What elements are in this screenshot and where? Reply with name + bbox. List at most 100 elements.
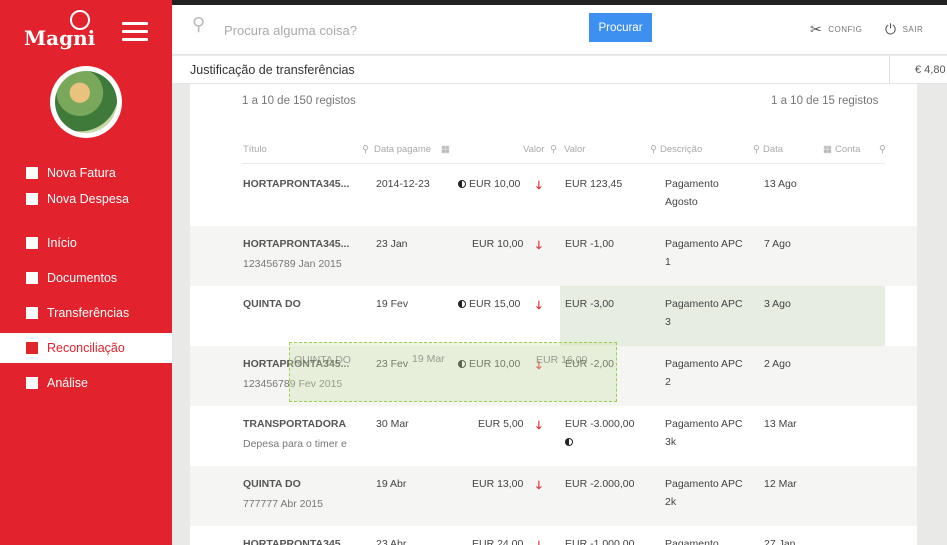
sidebar-item-inicio[interactable]: Início bbox=[0, 228, 172, 258]
match-date: 3 Ago bbox=[764, 298, 791, 310]
arrow-down-icon[interactable]: 🡓 bbox=[536, 177, 542, 196]
filter-icon[interactable]: ⚲ bbox=[650, 144, 657, 155]
match-date: 2 Ago bbox=[764, 358, 791, 370]
filter-icon[interactable]: ⚲ bbox=[550, 144, 557, 155]
calendar-icon[interactable]: ▦ bbox=[441, 144, 450, 155]
tools-icon: ✂ bbox=[810, 21, 823, 37]
row-date: 2014-12-23 bbox=[376, 178, 430, 190]
avatar[interactable] bbox=[50, 66, 122, 138]
header-titulo[interactable]: Título bbox=[243, 144, 267, 155]
table-row[interactable]: HORTAPRONTA345... 23 Abr EUR 24,00 🡓 EUR… bbox=[190, 526, 917, 545]
page-title-bar: Justificação de transferências € 4,80 bbox=[172, 56, 947, 84]
sidebar-item-label: Documentos bbox=[47, 271, 118, 285]
arrow-down-icon[interactable]: 🡓 bbox=[536, 237, 542, 256]
match-description: Pagamento APC bbox=[665, 358, 743, 370]
match-value: EUR -2.000,00 bbox=[565, 478, 635, 490]
match-description: Pagamento APC bbox=[665, 418, 743, 430]
row-title: QUINTA DO bbox=[243, 478, 301, 490]
reconcile-icon bbox=[26, 342, 38, 354]
calendar-icon[interactable]: ▦ bbox=[823, 144, 832, 155]
table-row[interactable]: QUINTA DO 777777 Abr 2015 19 Abr EUR 13,… bbox=[190, 466, 917, 526]
drag-ghost-row[interactable]: QUINTA DO 19 Mar EUR 16,00 bbox=[289, 342, 617, 402]
chart-icon bbox=[26, 377, 38, 389]
search-button[interactable]: Procurar bbox=[589, 13, 652, 42]
ghost-date: 19 Mar bbox=[412, 353, 445, 365]
config-label: CONFIG bbox=[828, 25, 863, 34]
table-row[interactable]: QUINTA DO 19 Fev EUR 15,00 🡓 EUR -3,00 P… bbox=[190, 286, 917, 346]
match-description: Pagamento APC bbox=[665, 478, 743, 490]
row-date: 30 Mar bbox=[376, 418, 409, 430]
header-valor-left[interactable]: Valor bbox=[523, 144, 544, 155]
filter-icon[interactable]: ⚲ bbox=[879, 144, 886, 155]
logout-button[interactable]: ⏻ SAIR bbox=[885, 21, 923, 38]
match-description-2: 2 bbox=[665, 376, 671, 388]
logout-label: SAIR bbox=[902, 25, 924, 34]
table-row[interactable]: HORTAPRONTA345... 2014-12-23 EUR 10,00 🡓… bbox=[190, 166, 917, 226]
table-row[interactable]: TRANSPORTADORA Depesa para o timer e 30 … bbox=[190, 406, 917, 466]
arrow-down-icon[interactable]: 🡓 bbox=[536, 537, 542, 545]
logo-flower-icon bbox=[70, 10, 90, 30]
sidebar-item-reconciliacao[interactable]: Reconciliação bbox=[0, 333, 172, 363]
sidebar-item-documentos[interactable]: Documentos bbox=[0, 263, 172, 293]
row-date: 19 Abr bbox=[376, 478, 407, 490]
top-bar: ⚲ Procurar ✂ CONFIG ⏻ SAIR bbox=[172, 5, 947, 55]
sidebar-item-transferencias[interactable]: Transferências bbox=[0, 298, 172, 328]
row-date: 19 Fev bbox=[376, 298, 409, 310]
app-logo[interactable]: Magni bbox=[24, 26, 95, 50]
match-date: 27 Jan bbox=[764, 538, 796, 545]
arrow-down-icon[interactable]: 🡓 bbox=[536, 477, 542, 496]
document-icon bbox=[26, 167, 38, 179]
sidebar-item-nova-despesa[interactable]: Nova Despesa bbox=[0, 184, 172, 214]
menu-toggle-icon[interactable] bbox=[122, 22, 148, 42]
page-title: Justificação de transferências bbox=[190, 63, 355, 77]
balance-value: € 4,80 bbox=[889, 56, 947, 84]
match-description: Pagamento bbox=[665, 178, 719, 190]
row-title: QUINTA DO bbox=[243, 298, 301, 310]
left-pagination: 1 a 10 de 150 registos bbox=[242, 95, 356, 107]
right-pagination: 1 a 10 de 15 registos bbox=[771, 95, 879, 107]
match-description: Pagamento APC bbox=[665, 238, 743, 250]
home-icon bbox=[26, 237, 38, 249]
header-data-pagamento[interactable]: Data pagame bbox=[374, 144, 431, 155]
half-circle-icon bbox=[565, 433, 576, 451]
row-subtitle: 777777 Abr 2015 bbox=[243, 498, 323, 510]
arrow-down-icon[interactable]: 🡓 bbox=[536, 297, 542, 316]
config-button[interactable]: ✂ CONFIG bbox=[810, 21, 862, 38]
arrow-down-icon[interactable]: 🡓 bbox=[536, 417, 542, 436]
table-row[interactable]: HORTAPRONTA345... 123456789 Jan 2015 23 … bbox=[190, 226, 917, 286]
match-description-2: 3 bbox=[665, 316, 671, 328]
filter-icon[interactable]: ⚲ bbox=[362, 144, 369, 155]
power-icon: ⏻ bbox=[885, 21, 897, 37]
row-title: TRANSPORTADORA bbox=[243, 418, 347, 430]
row-value: EUR 15,00 bbox=[458, 295, 520, 313]
match-date: 13 Ago bbox=[764, 178, 797, 190]
match-date: 12 Mar bbox=[764, 478, 797, 490]
match-description-2: Agosto bbox=[665, 196, 698, 208]
expense-icon bbox=[26, 193, 38, 205]
ghost-value: EUR 16,00 bbox=[536, 354, 588, 366]
match-description: Pagamento APC bbox=[665, 298, 743, 310]
sidebar: Magni Nova Fatura Nova Despesa Início Do… bbox=[0, 0, 172, 545]
sidebar-item-label: Transferências bbox=[47, 306, 130, 320]
folder-icon bbox=[26, 272, 38, 284]
header-descricao[interactable]: Descrição bbox=[660, 144, 702, 155]
match-value: EUR 123,45 bbox=[565, 178, 623, 190]
row-date: 23 Jan bbox=[376, 238, 408, 250]
header-conta[interactable]: Conta bbox=[835, 144, 860, 155]
row-value: EUR 10,00 bbox=[472, 238, 524, 250]
sidebar-item-label: Nova Fatura bbox=[47, 166, 116, 180]
sidebar-item-analise[interactable]: Análise bbox=[0, 368, 172, 398]
match-description: Pagamento bbox=[665, 538, 719, 545]
ghost-title: QUINTA DO bbox=[294, 354, 351, 366]
location-pin-icon: ⚲ bbox=[192, 14, 206, 34]
header-data[interactable]: Data bbox=[763, 144, 783, 155]
filter-icon[interactable]: ⚲ bbox=[753, 144, 760, 155]
search-input[interactable] bbox=[224, 19, 574, 41]
match-description-2: 1 bbox=[665, 256, 671, 268]
header-valor-right[interactable]: Valor bbox=[564, 144, 585, 155]
sidebar-item-label: Reconciliação bbox=[47, 341, 125, 355]
row-title: HORTAPRONTA345... bbox=[243, 538, 350, 545]
half-circle-icon bbox=[458, 300, 466, 308]
half-circle-icon bbox=[458, 180, 466, 188]
sidebar-item-label: Nova Despesa bbox=[47, 192, 129, 206]
